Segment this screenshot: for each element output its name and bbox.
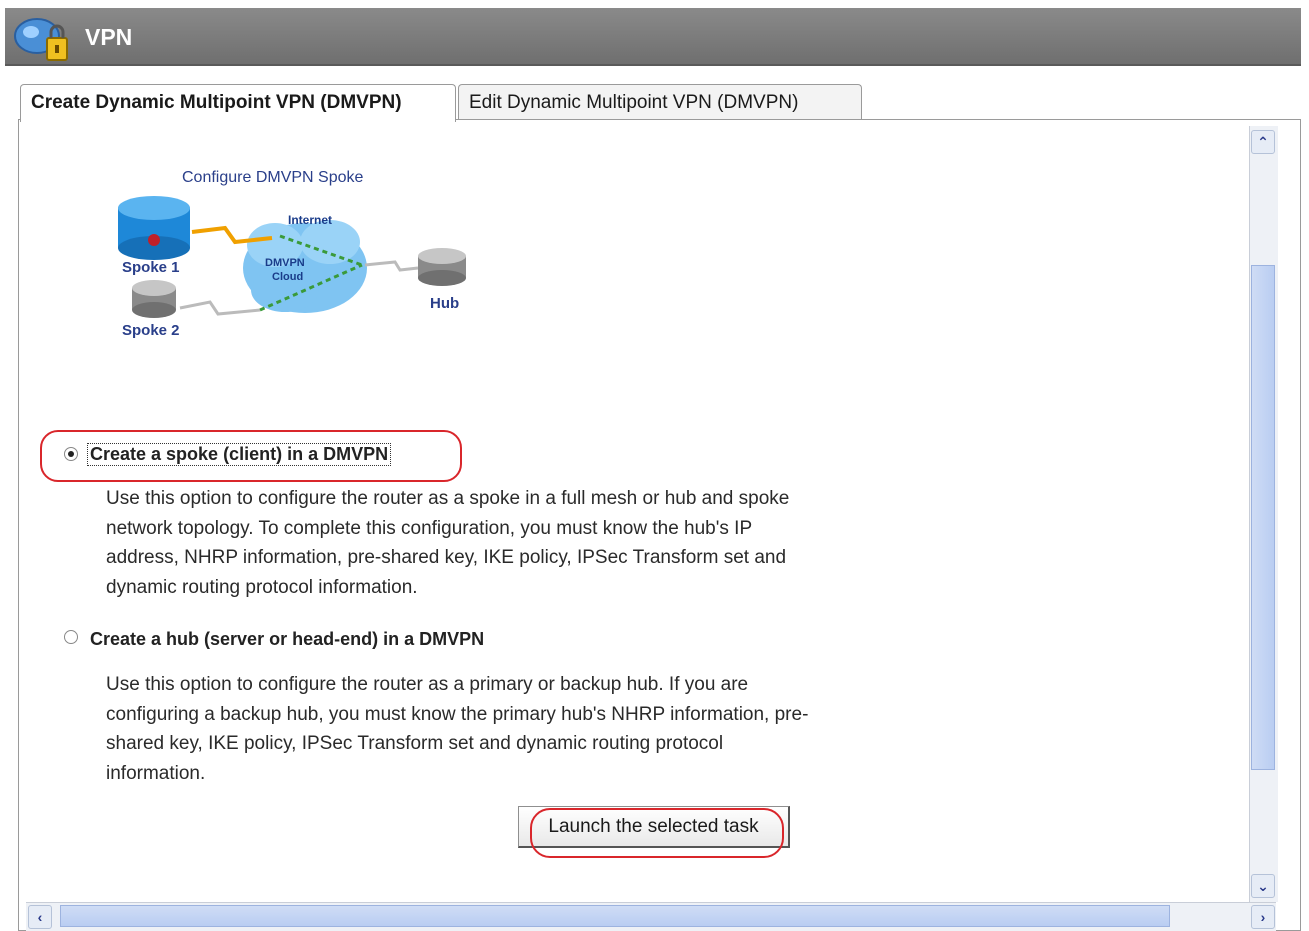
spoke-option-label[interactable]: Create a spoke (client) in a DMVPN <box>86 443 392 466</box>
spoke-option-description: Use this option to configure the router … <box>106 488 790 598</box>
spoke1-label: Spoke 1 <box>122 259 180 276</box>
spoke2-label: Spoke 2 <box>122 322 180 339</box>
tab-edit-dmvpn[interactable]: Edit Dynamic Multipoint VPN (DMVPN) <box>458 84 862 120</box>
scroll-left-icon[interactable]: ‹ <box>28 905 52 929</box>
hub-option-description: Use this option to configure the router … <box>106 674 809 784</box>
scroll-up-icon[interactable]: ⌃ <box>1251 130 1275 154</box>
svg-text:DMVPN: DMVPN <box>265 257 305 269</box>
hub-label: Hub <box>430 295 460 312</box>
scroll-right-icon[interactable]: › <box>1251 905 1275 929</box>
vertical-scroll-thumb[interactable] <box>1251 265 1275 770</box>
launch-button-highlight <box>530 808 784 858</box>
horizontal-scroll-thumb[interactable] <box>60 905 1170 927</box>
diagram-title: Configure DMVPN Spoke <box>182 169 364 186</box>
vpn-lock-icon <box>14 18 68 61</box>
hub-link <box>364 260 419 272</box>
app-header: VPN <box>5 8 1301 66</box>
tab-create-dmvpn[interactable]: Create Dynamic Multipoint VPN (DMVPN) <box>20 84 456 122</box>
spoke2-router-icon <box>132 280 176 318</box>
svg-text:Cloud: Cloud <box>272 271 303 283</box>
dmvpn-cloud-icon <box>243 220 367 313</box>
spoke-radio[interactable] <box>64 447 78 461</box>
page-title: VPN <box>85 24 133 50</box>
hub-option-label[interactable]: Create a hub (server or head-end) in a D… <box>90 629 484 650</box>
scroll-down-icon[interactable]: ⌄ <box>1251 874 1275 898</box>
hub-router-icon <box>418 248 466 286</box>
spoke1-router-icon <box>118 196 190 260</box>
hub-radio[interactable] <box>64 630 78 644</box>
internet-label: Internet <box>288 213 332 227</box>
spoke2-link <box>179 300 261 316</box>
